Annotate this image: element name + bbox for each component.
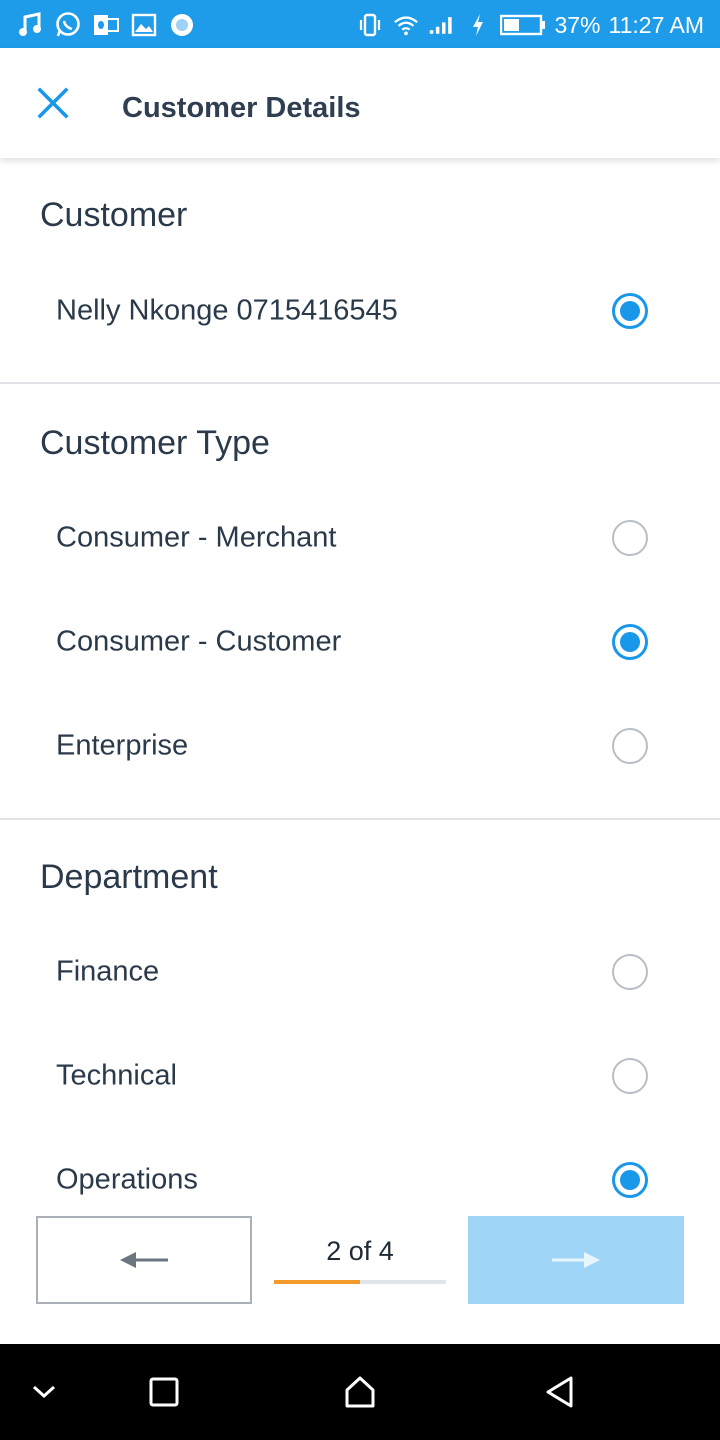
previous-button[interactable] — [36, 1216, 252, 1304]
step-progress-fill — [274, 1280, 360, 1284]
signal-icon — [428, 11, 456, 39]
section-title-customer-type: Customer Type — [40, 424, 270, 462]
arrow-right-icon — [552, 1252, 600, 1268]
status-notification-icons — [16, 10, 196, 40]
wizard-footer: 2 of 4 — [0, 1198, 720, 1344]
close-icon — [37, 87, 69, 119]
back-triangle-icon — [546, 1376, 573, 1408]
app-bar: Customer Details — [0, 48, 720, 158]
option-label: Consumer - Merchant — [56, 521, 337, 554]
circle-app-icon — [168, 11, 196, 39]
outlook-icon — [92, 11, 120, 39]
image-icon — [130, 11, 158, 39]
chevron-down-icon — [32, 1385, 56, 1399]
option-label: Consumer - Customer — [56, 625, 342, 658]
status-system-icons: 37% 11:27 AM — [356, 8, 704, 42]
nav-back-button[interactable] — [536, 1368, 584, 1416]
close-button[interactable] — [28, 78, 78, 128]
music-note-icon — [16, 11, 44, 39]
battery-percent: 37% — [554, 11, 601, 38]
charging-icon — [464, 11, 492, 39]
status-bar: 37% 11:27 AM — [0, 0, 720, 48]
whatsapp-icon — [54, 11, 82, 39]
radio-selected[interactable] — [612, 1162, 648, 1198]
home-icon — [345, 1376, 375, 1408]
next-button[interactable] — [468, 1216, 684, 1304]
option-label: Nelly Nkonge 0715416545 — [56, 294, 398, 327]
nav-recents-button[interactable] — [140, 1368, 188, 1416]
option-label: Finance — [56, 955, 160, 988]
radio-unselected[interactable] — [612, 520, 648, 556]
radio-unselected[interactable] — [612, 954, 648, 990]
option-operations[interactable]: Operations — [0, 1140, 720, 1198]
section-department: Department Finance Technical Operations — [0, 820, 720, 1198]
vibrate-icon — [356, 11, 384, 39]
option-consumer-merchant[interactable]: Consumer - Merchant — [0, 498, 720, 578]
option-label: Enterprise — [56, 729, 189, 762]
radio-selected[interactable] — [612, 293, 648, 329]
section-title-department: Department — [40, 858, 218, 896]
arrow-left-icon — [120, 1252, 168, 1268]
section-customer-type: Customer Type Consumer - Merchant Consum… — [0, 384, 720, 820]
nav-home-button[interactable] — [336, 1368, 384, 1416]
step-progress-bar — [274, 1280, 446, 1284]
option-technical[interactable]: Technical — [0, 1036, 720, 1116]
option-consumer-customer[interactable]: Consumer - Customer — [0, 602, 720, 682]
radio-selected[interactable] — [612, 624, 648, 660]
page-title: Customer Details — [122, 92, 361, 124]
option-customer-nelly[interactable]: Nelly Nkonge 0715416545 — [0, 271, 720, 351]
wifi-icon — [392, 11, 420, 39]
step-indicator: 2 of 4 — [326, 1236, 394, 1266]
radio-unselected[interactable] — [612, 728, 648, 764]
radio-unselected[interactable] — [612, 1058, 648, 1094]
option-label: Operations — [56, 1163, 198, 1196]
option-label: Technical — [56, 1059, 177, 1092]
section-title-customer: Customer — [40, 196, 188, 234]
battery-icon — [500, 11, 546, 39]
status-time: 11:27 AM — [608, 11, 704, 38]
form-content[interactable]: Customer Nelly Nkonge 0715416545 Custome… — [0, 158, 720, 1198]
nav-dismiss-button[interactable] — [20, 1368, 68, 1416]
system-navigation-bar — [0, 1344, 720, 1440]
section-customer: Customer Nelly Nkonge 0715416545 — [0, 158, 720, 384]
recents-square-icon — [149, 1377, 179, 1407]
option-finance[interactable]: Finance — [0, 932, 720, 1012]
option-enterprise[interactable]: Enterprise — [0, 706, 720, 786]
